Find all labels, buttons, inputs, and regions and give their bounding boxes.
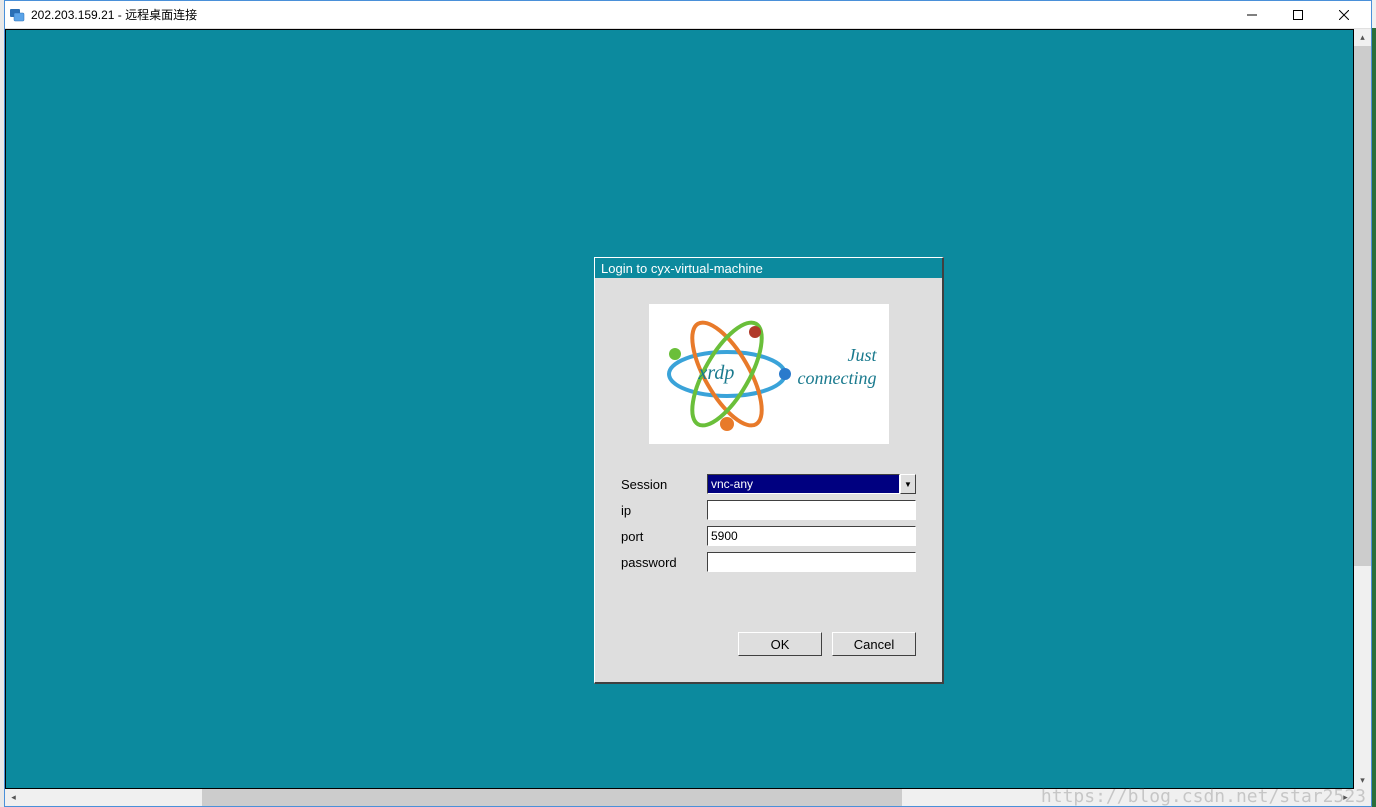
scroll-corner — [1354, 789, 1371, 806]
rdp-window: 202.203.159.21 - 远程桌面连接 Login to cyx-vir… — [4, 0, 1372, 807]
dialog-buttons: OK Cancel — [621, 632, 916, 656]
slogan-line2: connecting — [798, 367, 877, 390]
horizontal-scrollbar[interactable]: ◂ ▸ — [5, 789, 1371, 806]
password-row: password — [621, 552, 916, 572]
port-field[interactable] — [707, 526, 916, 546]
rdp-app-icon — [9, 7, 25, 23]
session-label: Session — [621, 477, 707, 492]
xrdp-login-dialog: Login to cyx-virtual-machine — [594, 257, 944, 684]
ip-label: ip — [621, 503, 707, 518]
ok-button[interactable]: OK — [738, 632, 822, 656]
vscroll-track[interactable] — [1354, 46, 1371, 772]
slogan-line1: Just — [798, 344, 877, 367]
dialog-body: xrdp Just connecting Session vnc-any ▼ — [595, 278, 942, 682]
close-button[interactable] — [1321, 1, 1367, 29]
xrdp-logo-text: xrdp — [699, 362, 735, 385]
chevron-down-icon[interactable]: ▼ — [900, 474, 916, 494]
content-area: Login to cyx-virtual-machine — [5, 29, 1371, 789]
xrdp-logo-area: xrdp Just connecting — [649, 304, 889, 444]
dialog-title: Login to cyx-virtual-machine — [601, 261, 763, 276]
window-controls — [1229, 1, 1367, 29]
vscroll-thumb[interactable] — [1354, 46, 1371, 566]
password-label: password — [621, 555, 707, 570]
ip-row: ip — [621, 500, 916, 520]
session-select[interactable]: vnc-any ▼ — [707, 474, 916, 494]
hscroll-track[interactable] — [22, 789, 1337, 806]
scroll-down-icon[interactable]: ▾ — [1354, 772, 1371, 789]
session-row: Session vnc-any ▼ — [621, 474, 916, 494]
port-label: port — [621, 529, 707, 544]
password-field[interactable] — [707, 552, 916, 572]
scroll-left-icon[interactable]: ◂ — [5, 789, 22, 806]
dialog-title-bar[interactable]: Login to cyx-virtual-machine — [595, 258, 942, 278]
ip-field[interactable] — [707, 500, 916, 520]
port-row: port — [621, 526, 916, 546]
window-title: 202.203.159.21 - 远程桌面连接 — [31, 6, 1229, 23]
scroll-right-icon[interactable]: ▸ — [1337, 789, 1354, 806]
minimize-button[interactable] — [1229, 1, 1275, 29]
xrdp-slogan: Just connecting — [798, 344, 877, 391]
scroll-up-icon[interactable]: ▴ — [1354, 29, 1371, 46]
session-select-value: vnc-any — [707, 474, 900, 494]
vertical-scrollbar[interactable]: ▴ ▾ — [1354, 29, 1371, 789]
maximize-button[interactable] — [1275, 1, 1321, 29]
cancel-button[interactable]: Cancel — [832, 632, 916, 656]
background-window-edge — [1372, 28, 1376, 807]
title-bar[interactable]: 202.203.159.21 - 远程桌面连接 — [5, 1, 1371, 29]
remote-desktop-viewport[interactable]: Login to cyx-virtual-machine — [5, 29, 1354, 789]
hscroll-thumb[interactable] — [202, 789, 902, 806]
